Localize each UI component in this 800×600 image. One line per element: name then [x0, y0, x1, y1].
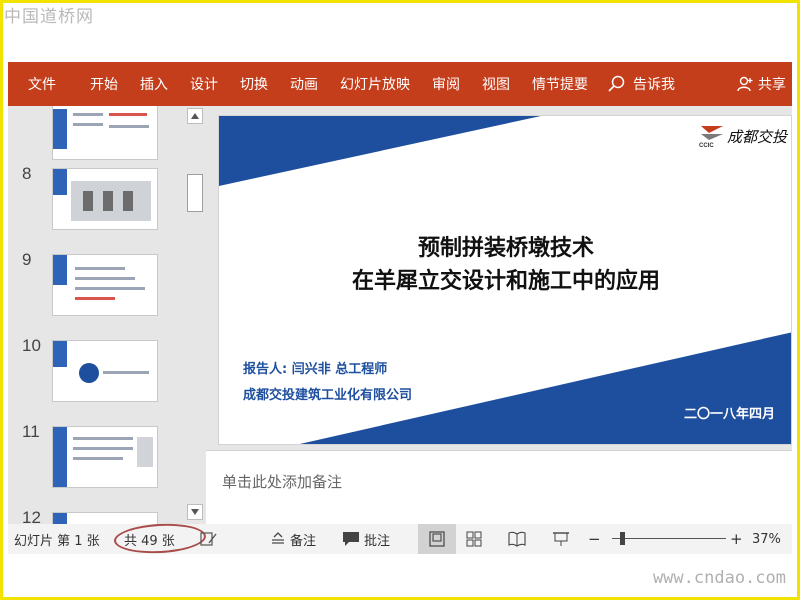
tab-review[interactable]: 审阅 [421, 74, 471, 94]
comments-button[interactable]: 批注 [342, 524, 390, 554]
slide-sorter-button[interactable] [466, 524, 482, 554]
tab-home[interactable]: 开始 [79, 74, 129, 94]
tab-view[interactable]: 视图 [471, 74, 521, 94]
normal-view-button[interactable] [418, 524, 456, 554]
slide-thumbnail-10[interactable] [52, 340, 158, 402]
triangle-up-icon [191, 113, 199, 119]
slide-number-11: 11 [22, 422, 40, 441]
current-slide[interactable]: CCIC 成都交投 预制拼装桥墩技术 在羊犀立交设计和施工中的应用 报告人: 闫… [218, 115, 792, 445]
scroll-down-button[interactable] [187, 504, 203, 520]
slide-thumbnail-12[interactable] [52, 512, 158, 524]
ribbon-tabs: 文件 开始 插入 设计 切换 动画 幻灯片放映 审阅 视图 情节提要 告诉我 共… [8, 62, 792, 106]
tab-animations[interactable]: 动画 [279, 74, 329, 94]
slide-number-10: 10 [22, 336, 41, 355]
status-bar: 幻灯片 第 1 张 共 49 张 备注 批注 − + 37% [8, 521, 792, 556]
person-add-icon [737, 76, 753, 92]
slide-editor: CCIC 成都交投 预制拼装桥墩技术 在羊犀立交设计和施工中的应用 报告人: 闫… [206, 106, 792, 524]
watermark-bottom: www.cndao.com [652, 568, 786, 588]
notes-toggle-label: 备注 [290, 533, 317, 549]
normal-view-icon [429, 531, 445, 547]
zoom-in-button[interactable]: + [730, 524, 743, 554]
slide-thumbnail-11[interactable] [52, 426, 158, 488]
spellcheck-button[interactable] [200, 524, 218, 554]
slide-date: 二〇一八年四月 [683, 407, 775, 422]
spellcheck-icon [200, 532, 217, 546]
zoom-slider[interactable] [612, 538, 726, 539]
comment-icon [343, 532, 359, 546]
comments-label: 批注 [364, 533, 391, 549]
tab-slideshow[interactable]: 幻灯片放映 [329, 74, 421, 94]
zoom-slider-knob[interactable] [620, 532, 625, 545]
svg-text:CCIC: CCIC [699, 143, 714, 148]
zoom-out-button[interactable]: − [588, 524, 601, 554]
slide-title: 预制拼装桥墩技术 在羊犀立交设计和施工中的应用 [219, 232, 791, 298]
thumbnail-scrollbar[interactable] [184, 106, 206, 524]
triangle-down-icon [191, 509, 199, 515]
slide-title-line2: 在羊犀立交设计和施工中的应用 [351, 269, 660, 294]
share-button[interactable]: 共享 [736, 74, 792, 94]
scroll-up-button[interactable] [187, 108, 203, 124]
notes-pane[interactable]: 单击此处添加备注 [206, 450, 792, 524]
slide-reporter: 报告人: 闫兴非 总工程师 [243, 362, 388, 377]
slide-number-9: 9 [22, 250, 32, 269]
slide-number-8: 8 [22, 164, 32, 183]
tab-file[interactable]: 文件 [8, 74, 79, 94]
slide-thumbnail-pane: 8 9 10 11 12 [8, 106, 206, 524]
lightbulb-search-icon [608, 75, 625, 92]
tell-me-button[interactable]: 告诉我 [607, 74, 675, 94]
ccic-logo-icon: CCIC [699, 126, 723, 148]
tab-transitions[interactable]: 切换 [229, 74, 279, 94]
notes-icon [272, 532, 284, 544]
logo-text: 成都交投 [726, 127, 787, 146]
tab-storyboard[interactable]: 情节提要 [521, 74, 599, 94]
slide-company: 成都交投建筑工业化有限公司 [243, 388, 413, 403]
grid-view-icon [466, 531, 482, 547]
slide-thumbnail-9[interactable] [52, 254, 158, 316]
book-icon [508, 531, 526, 547]
reading-view-button[interactable] [508, 524, 526, 554]
tab-design[interactable]: 设计 [179, 74, 229, 94]
tell-me-label: 告诉我 [633, 77, 675, 93]
slide-position: 幻灯片 第 1 张 [14, 533, 100, 549]
slide-title-line1: 预制拼装桥墩技术 [417, 236, 594, 261]
notes-placeholder: 单击此处添加备注 [222, 473, 343, 491]
presentation-icon [553, 532, 569, 546]
slide-thumbnail-7[interactable] [52, 106, 158, 160]
company-logo: CCIC 成都交投 [699, 124, 787, 148]
zoom-level[interactable]: 37% [752, 524, 781, 554]
slide-thumbnail-8[interactable] [52, 168, 158, 230]
slideshow-button[interactable] [552, 524, 570, 554]
tab-insert[interactable]: 插入 [129, 74, 179, 94]
slide-number-12: 12 [22, 508, 41, 524]
watermark-top: 中国道桥网 [4, 7, 94, 27]
share-label: 共享 [758, 77, 786, 93]
notes-toggle-button[interactable]: 备注 [270, 524, 316, 554]
scroll-thumb[interactable] [187, 174, 203, 212]
